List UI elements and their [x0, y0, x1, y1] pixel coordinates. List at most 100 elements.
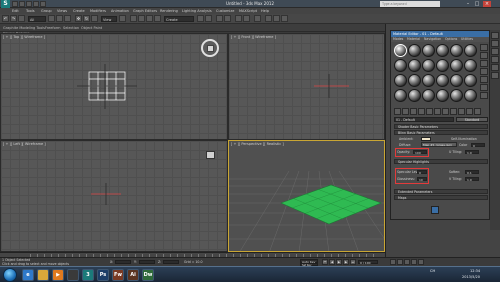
tab-graphite-modeling[interactable]: Graphite Modeling Tools — [3, 26, 45, 30]
extended-params-rollout[interactable]: Extended Parameters — [394, 189, 488, 194]
scale-icon[interactable] — [91, 15, 98, 22]
menu-item-options[interactable]: Options — [445, 37, 457, 41]
menu-item-group[interactable]: Group — [41, 9, 52, 13]
sample-slot[interactable] — [422, 59, 435, 72]
select-by-material-icon[interactable] — [480, 92, 488, 99]
open-file-icon[interactable] — [19, 0, 25, 7]
sample-slot[interactable] — [464, 89, 477, 102]
viewcube-icon[interactable] — [206, 151, 215, 159]
assign-to-selection-icon[interactable] — [410, 108, 417, 115]
tab-selection[interactable]: Selection — [63, 26, 79, 30]
green-plane-object[interactable] — [229, 141, 385, 252]
dreamweaver-icon[interactable]: Dw — [142, 269, 154, 281]
tab-object-paint[interactable]: Object Paint — [81, 26, 102, 30]
create-tab-icon[interactable] — [491, 32, 499, 39]
3dsmax-taskbar-icon[interactable]: 3 — [82, 269, 94, 281]
save-file-icon[interactable] — [26, 0, 32, 7]
menu-item-help[interactable]: Help — [261, 9, 269, 13]
options-icon[interactable] — [480, 84, 488, 91]
backlight-icon[interactable] — [480, 52, 488, 59]
selection-filter-dropdown[interactable]: All — [28, 16, 46, 22]
sample-slot[interactable] — [408, 89, 421, 102]
redo-icon[interactable] — [40, 0, 46, 7]
sample-slot[interactable] — [422, 74, 435, 87]
maximize-icon[interactable]: □ — [473, 1, 481, 7]
go-to-start-icon[interactable]: ⏮ — [322, 259, 328, 265]
diffuse-map-button[interactable]: Map #1 (grass.jpg) — [421, 142, 457, 147]
curve-editor-icon[interactable] — [235, 15, 242, 22]
folder-icon[interactable] — [37, 269, 49, 281]
maps-rollout[interactable]: Maps — [394, 195, 488, 200]
sample-slot[interactable] — [436, 59, 449, 72]
reference-coordinate-dropdown[interactable]: View — [101, 16, 117, 22]
sample-slot[interactable] — [436, 74, 449, 87]
undo-icon[interactable]: ↶ — [2, 15, 9, 22]
rectangle-selection-icon[interactable] — [64, 15, 71, 22]
display-tab-icon[interactable] — [491, 64, 499, 71]
app-logo-icon[interactable]: S — [1, 0, 10, 8]
zoom-icon[interactable] — [390, 259, 396, 265]
input-language[interactable]: CH — [430, 269, 435, 273]
align-icon[interactable] — [205, 15, 212, 22]
menu-item-modifiers[interactable]: Modifiers — [90, 9, 106, 13]
sample-slot[interactable] — [450, 44, 463, 57]
photoshop-icon[interactable]: Ps — [97, 269, 109, 281]
menu-item-edit[interactable]: Edit — [12, 9, 19, 13]
material-name-field[interactable]: 01 - Default — [394, 117, 454, 122]
hierarchy-tab-icon[interactable] — [491, 48, 499, 55]
menu-item-customize[interactable]: Customize — [216, 9, 234, 13]
sample-slot[interactable] — [394, 74, 407, 87]
minimize-icon[interactable]: – — [464, 1, 472, 7]
viewport-label[interactable]: [ + ][ Top ][ Wireframe ] — [3, 35, 45, 39]
menu-item-views[interactable]: Views — [57, 9, 67, 13]
graphite-tools-icon[interactable] — [224, 15, 231, 22]
schematic-view-icon[interactable] — [243, 15, 250, 22]
undo-icon[interactable] — [33, 0, 39, 7]
motion-tab-icon[interactable] — [491, 56, 499, 63]
rotate-icon[interactable]: ↻ — [83, 15, 90, 22]
pivot-icon[interactable] — [119, 15, 126, 22]
self-illum-color-value[interactable]: 0 — [471, 143, 485, 148]
put-to-scene-icon[interactable] — [402, 108, 409, 115]
spinner-snap-icon[interactable] — [154, 15, 161, 22]
reset-map-icon[interactable] — [418, 108, 425, 115]
move-icon[interactable]: ✥ — [75, 15, 82, 22]
fireworks-icon[interactable]: Fw — [112, 269, 124, 281]
viewcube-icon[interactable] — [201, 39, 219, 57]
blinn-params-rollout[interactable]: Blinn Basic Parameters — [394, 130, 488, 135]
menu-item-modes[interactable]: Modes — [393, 37, 403, 41]
menu-item-utilities[interactable]: Utilities — [461, 37, 473, 41]
new-file-icon[interactable] — [12, 0, 18, 7]
sample-slot[interactable] — [450, 59, 463, 72]
next-frame-icon[interactable]: ▶ — [343, 259, 349, 265]
background-icon[interactable] — [480, 60, 488, 67]
sample-slot[interactable] — [450, 74, 463, 87]
make-unique-icon[interactable] — [434, 108, 441, 115]
menu-item-rendering[interactable]: Rendering — [160, 9, 178, 13]
render-icon[interactable] — [281, 15, 288, 22]
sample-slot[interactable] — [408, 44, 421, 57]
v-tiling-field[interactable]: 1.0 — [465, 177, 479, 182]
viewport-label[interactable]: [ + ][ Left ][ Wireframe ] — [3, 142, 46, 146]
named-selection-set-dropdown[interactable]: Create Selection Se — [164, 16, 194, 28]
menu-item-navigation[interactable]: Navigation — [424, 37, 441, 41]
sample-slot[interactable] — [450, 89, 463, 102]
soften-field[interactable]: 0.1 — [465, 170, 479, 175]
zoom-all-icon[interactable] — [397, 259, 403, 265]
video-color-check-icon[interactable] — [480, 76, 488, 83]
ie-icon[interactable]: e — [22, 269, 34, 281]
search-input[interactable] — [380, 1, 440, 7]
sample-slot[interactable] — [464, 44, 477, 57]
snap-icon[interactable] — [130, 15, 137, 22]
show-end-result-icon[interactable] — [466, 108, 473, 115]
start-button[interactable] — [3, 268, 17, 282]
menu-item-tools[interactable]: Tools — [26, 9, 35, 13]
u-tiling-field[interactable]: 1.0 — [465, 150, 479, 155]
put-to-library-icon[interactable] — [442, 108, 449, 115]
viewport-label[interactable]: [ + ][ Front ][ Wireframe ] — [231, 35, 276, 39]
pan-icon[interactable] — [404, 259, 410, 265]
go-to-end-icon[interactable]: ⏭ — [350, 259, 356, 265]
x-coordinate-field[interactable] — [115, 260, 131, 264]
get-material-icon[interactable] — [394, 108, 401, 115]
sample-slot[interactable] — [394, 44, 407, 57]
